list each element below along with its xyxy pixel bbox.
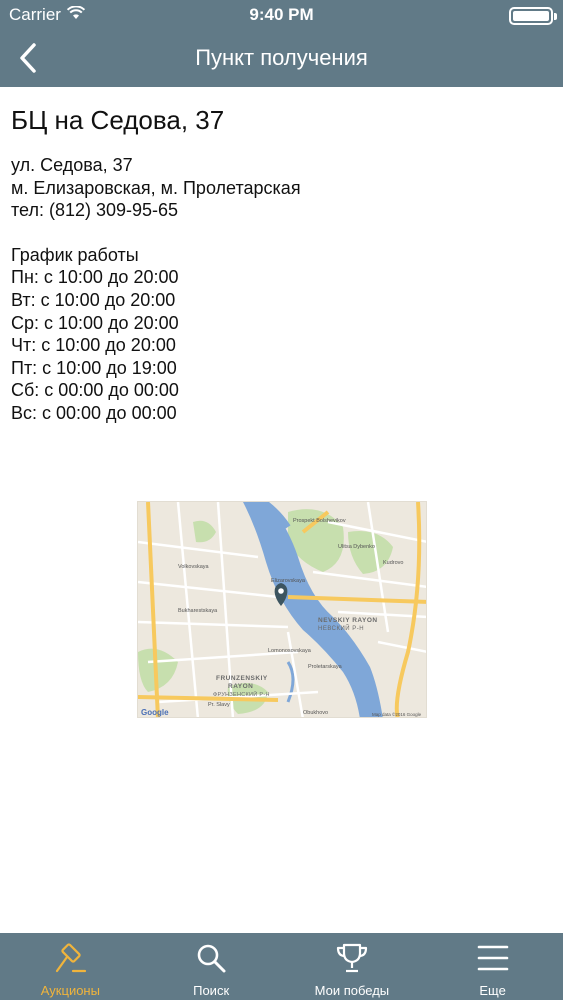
map-label: НЕВСКИЙ Р-Н [318, 624, 364, 632]
nav-bar: Пункт получения [0, 30, 563, 87]
place-metro: м. Елизаровская, м. Пролетарская [11, 177, 301, 198]
schedule-day: Ср: с 10:00 до 20:00 [11, 312, 179, 333]
map-label: Kudrovo [383, 560, 404, 566]
tab-bar: Аукционы Поиск Мои победы Еще [0, 933, 563, 1000]
place-title: БЦ на Седова, 37 [11, 105, 225, 135]
map-label: Elizarovskaya [271, 578, 306, 584]
status-bar: Carrier 9:40 PM [0, 0, 563, 30]
page-title: Пункт получения [195, 45, 368, 70]
tab-auctions[interactable]: Аукционы [0, 933, 141, 1000]
tab-label: Мои победы [314, 983, 390, 998]
schedule-day: Вт: с 10:00 до 20:00 [11, 289, 176, 310]
trophy-icon [336, 943, 367, 973]
gavel-icon [56, 943, 87, 973]
map-label: FRUNZENSKIY [216, 675, 268, 682]
schedule-heading: График работы [11, 244, 139, 265]
map-label: Bukharestskaya [178, 608, 218, 614]
tab-more[interactable]: Еще [422, 933, 563, 1000]
place-info: ул. Седова, 37 м. Елизаровская, м. Проле… [11, 154, 551, 222]
map-label: Obukhovo [303, 710, 328, 716]
pickup-point-details: БЦ на Седова, 37 ул. Седова, 37 м. Елиза… [11, 104, 551, 425]
map-label: NEVSKIY RAYON [318, 617, 378, 624]
schedule-day: Вс: с 00:00 до 00:00 [11, 402, 177, 423]
map-label: Volkovskaya [178, 564, 210, 570]
map-label: RAYON [228, 683, 253, 690]
google-logo: Google [141, 708, 169, 717]
map-canvas[interactable]: NEVSKIY RAYON НЕВСКИЙ Р-Н FRUNZENSKIY RA… [138, 502, 427, 718]
menu-icon [477, 945, 508, 971]
map-label: Ulitsa Dybenko [338, 544, 375, 550]
map-label: Proletarskaya [308, 664, 343, 670]
header: Carrier 9:40 PM Пункт получения [0, 0, 563, 87]
schedule-day: Чт: с 10:00 до 20:00 [11, 335, 176, 356]
map-label: ФРУНЗЕНСКИЙ Р-Н [213, 690, 270, 698]
map-label: Pr. Slavy [208, 702, 230, 708]
map-label: Lomonosovskaya [268, 648, 312, 654]
battery-icon [509, 7, 557, 25]
tab-label: Поиск [193, 983, 230, 998]
schedule-day: Пт: с 10:00 до 19:00 [11, 357, 177, 378]
map-label: Prospekt Bolshevikov [293, 518, 346, 524]
search-icon [197, 944, 226, 973]
place-address: ул. Седова, 37 [11, 155, 133, 175]
map-copyright: Map data ©2016 Google [372, 711, 422, 717]
schedule-day: Сб: с 00:00 до 00:00 [11, 380, 179, 401]
schedule-day: Пн: с 10:00 до 20:00 [11, 267, 179, 288]
tab-search[interactable]: Поиск [141, 933, 282, 1000]
status-time: 9:40 PM [249, 5, 314, 24]
tab-my-wins[interactable]: Мои победы [282, 933, 423, 1000]
tab-label: Аукционы [40, 983, 100, 998]
place-phone[interactable]: тел: (812) 309-95-65 [11, 199, 551, 222]
tab-label: Еще [479, 983, 506, 998]
location-map[interactable]: NEVSKIY RAYON НЕВСКИЙ Р-Н FRUNZENSKIY RA… [137, 501, 427, 718]
schedule: График работы Пн: с 10:00 до 20:00 Вт: с… [11, 244, 551, 425]
